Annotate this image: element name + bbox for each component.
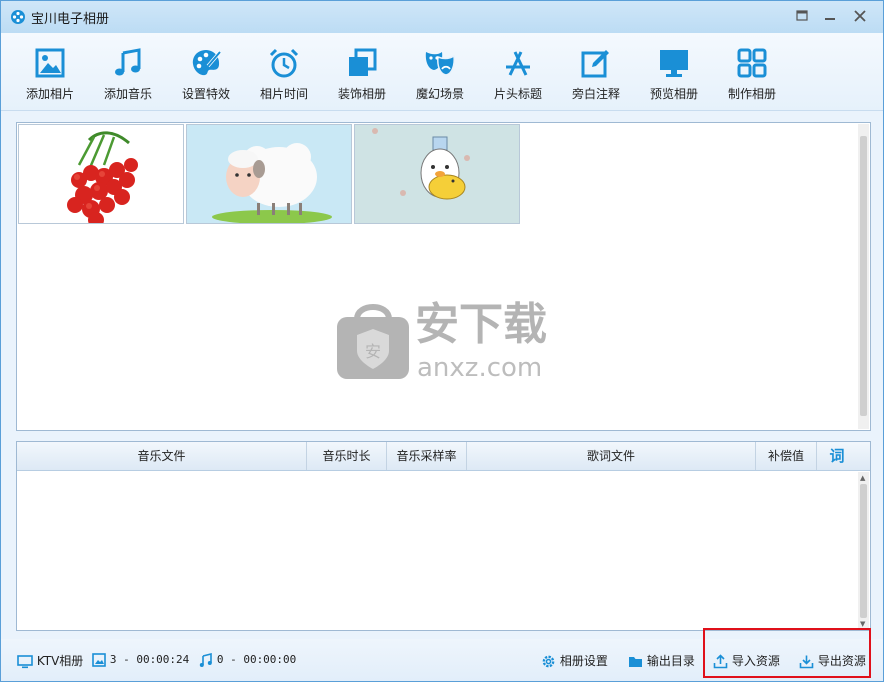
toolbar-label: 添加音乐 (103, 87, 152, 101)
title-bar: 宝川电子相册 (1, 1, 883, 33)
magic-scene-button[interactable]: 魔幻场景 (401, 33, 479, 111)
toolbar-label: 魔幻场景 (415, 87, 464, 101)
minimize-icon[interactable] (819, 7, 841, 25)
watermark: 安 安下载 anxz.com (335, 297, 565, 387)
music-note-icon (115, 48, 141, 76)
toolbar-label: 制作相册 (727, 87, 776, 101)
sheep-image (187, 125, 351, 223)
photo-thumbnail-sheep[interactable] (186, 124, 352, 224)
svg-text:安: 安 (365, 342, 381, 361)
toolbar-label: 旁白注释 (571, 87, 620, 101)
output-dir-button[interactable]: 输出目录 (628, 652, 695, 669)
scrollbar-thumb[interactable] (860, 136, 867, 416)
shopping-bag-icon: 安 (337, 304, 409, 379)
gear-icon (542, 655, 555, 668)
toolbar-label: 添加相片 (25, 87, 74, 101)
make-album-button[interactable]: 制作相册 (713, 33, 791, 111)
toolbar-label: 预览相册 (649, 87, 698, 101)
output-dir-label: 输出目录 (646, 654, 695, 668)
music-count-text: 0 - 00:00:00 (216, 653, 297, 666)
title-intro-button[interactable]: 片头标题 (479, 33, 557, 111)
music-table[interactable]: 音乐文件 音乐时长 音乐采样率 歌词文件 补偿值 词 ▲ ▼ (16, 441, 871, 631)
restore-icon[interactable] (791, 7, 813, 25)
photo-list-panel[interactable]: 安 安下载 anxz.com (16, 122, 871, 431)
scroll-down-arrow-icon[interactable]: ▼ (860, 620, 865, 628)
toolbar-label: 装饰相册 (337, 87, 386, 101)
scroll-up-arrow-icon[interactable]: ▲ (860, 474, 865, 482)
watermark-en-text: anxz.com (417, 353, 543, 383)
alarm-clock-icon (269, 48, 299, 78)
column-header-offset[interactable]: 补偿值 (756, 442, 817, 470)
add-music-button[interactable]: 添加音乐 (89, 33, 167, 111)
add-photo-button[interactable]: 添加相片 (11, 33, 89, 111)
music-table-header: 音乐文件 音乐时长 音乐采样率 歌词文件 补偿值 词 (17, 442, 870, 471)
album-settings-button[interactable]: 相册设置 (541, 652, 608, 669)
app-store-icon (506, 51, 530, 76)
monitor-icon (17, 654, 33, 668)
music-note-icon (199, 652, 212, 667)
masks-icon (425, 52, 455, 76)
photo-count-status: 3 - 00:00:24 (92, 652, 189, 667)
scrollbar-thumb[interactable] (860, 484, 867, 618)
close-icon[interactable] (849, 7, 871, 25)
decorate-album-button[interactable]: 装饰相册 (323, 33, 401, 111)
music-count-status: 0 - 00:00:00 (199, 652, 296, 667)
folder-icon (629, 657, 642, 667)
picture-icon (92, 652, 106, 667)
preview-album-button[interactable]: 预览相册 (635, 33, 713, 111)
lychee-image (19, 125, 183, 223)
column-header-lyrics-file[interactable]: 歌词文件 (467, 442, 756, 470)
photo-time-button[interactable]: 相片时间 (245, 33, 323, 111)
film-reel-icon (11, 10, 25, 24)
column-header-duration[interactable]: 音乐时长 (307, 442, 387, 470)
highlight-box (703, 628, 871, 678)
grid-icon (737, 48, 767, 78)
album-settings-label: 相册设置 (559, 654, 608, 668)
photo-thumbnail-duck[interactable] (354, 124, 520, 224)
main-toolbar: 添加相片 添加音乐 设置特效 相片时间 装饰相册 魔幻场景 片头标题 旁白注释 … (1, 33, 883, 111)
ktv-label: KTV相册 (36, 654, 84, 668)
narration-button[interactable]: 旁白注释 (557, 33, 635, 111)
duck-image (355, 125, 519, 223)
layers-icon (349, 48, 377, 76)
watermark-cn-text: 安下载 (415, 299, 547, 350)
photo-scrollbar[interactable] (858, 124, 869, 429)
app-window: 宝川电子相册 添加相片 添加音乐 设置特效 相片时间 装饰相册 魔幻场景 片头标… (0, 0, 884, 682)
photo-count-text: 3 - 00:00:24 (109, 653, 190, 666)
edit-icon (581, 50, 609, 78)
monitor-icon (660, 50, 688, 77)
toolbar-label: 片头标题 (493, 87, 542, 101)
column-header-sample-rate[interactable]: 音乐采样率 (387, 442, 467, 470)
toolbar-label: 相片时间 (259, 87, 308, 101)
music-scrollbar[interactable]: ▲ ▼ (858, 472, 869, 629)
palette-icon (192, 50, 222, 76)
set-effects-button[interactable]: 设置特效 (167, 33, 245, 111)
column-header-lyrics-icon[interactable]: 词 (817, 442, 857, 470)
picture-icon (35, 48, 65, 78)
toolbar-label: 设置特效 (181, 87, 230, 101)
photo-thumbnail-lychee[interactable] (18, 124, 184, 224)
ktv-album-toggle[interactable]: KTV相册 (17, 652, 83, 669)
window-title: 宝川电子相册 (31, 12, 110, 27)
column-header-music-file[interactable]: 音乐文件 (17, 442, 307, 470)
